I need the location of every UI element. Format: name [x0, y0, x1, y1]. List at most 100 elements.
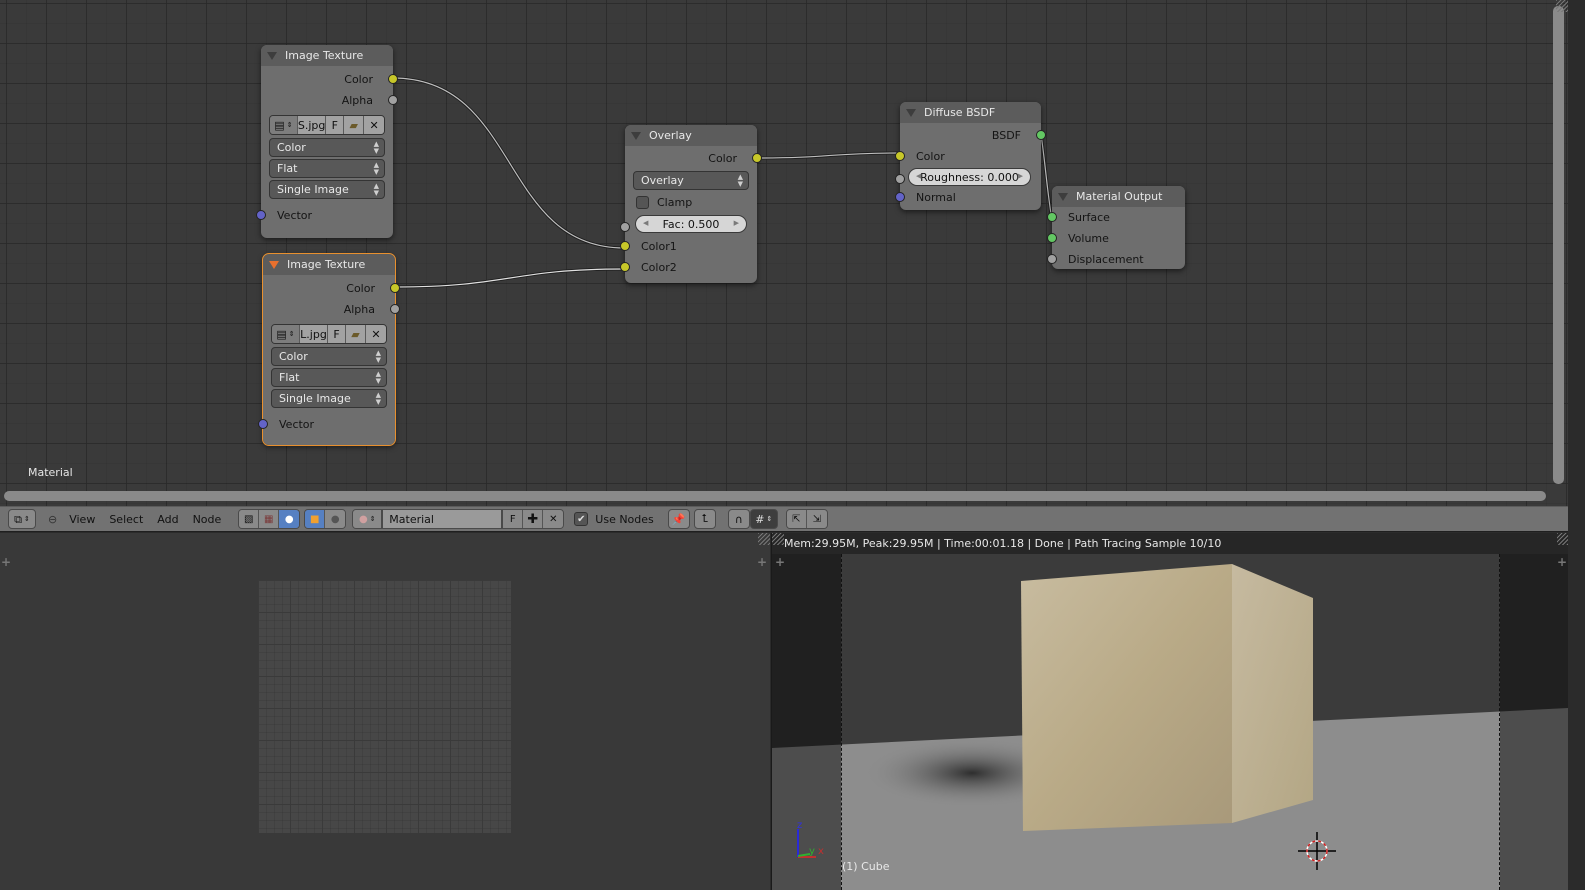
- horizontal-scrollbar[interactable]: [4, 491, 1546, 501]
- volume-input-socket[interactable]: [1047, 233, 1057, 243]
- copy-nodes-button[interactable]: ⇱: [786, 510, 807, 528]
- object-shader-button[interactable]: ■: [305, 510, 326, 528]
- properties-expand-button[interactable]: +: [756, 555, 768, 569]
- toolbar-expand-button[interactable]: +: [0, 555, 12, 569]
- area-split-corner[interactable]: [772, 533, 784, 545]
- image-texture-node-2[interactable]: Image Texture Color Alpha ▤ ⇕ L.jpg F ▰ ✕…: [258, 253, 400, 446]
- collapse-triangle-icon[interactable]: [906, 108, 916, 117]
- increment-arrow-icon[interactable]: ▶: [734, 219, 739, 227]
- unlink-material-button[interactable]: ✕: [543, 510, 564, 528]
- fake-user-button[interactable]: F: [328, 325, 346, 343]
- use-nodes-checkbox[interactable]: ✔: [574, 512, 589, 526]
- unlink-image-button[interactable]: ✕: [366, 325, 386, 343]
- vector-input-socket[interactable]: [258, 419, 268, 429]
- color-space-dropdown[interactable]: Color ▲ ▼: [269, 138, 385, 157]
- texture-nodes-button[interactable]: ▦: [259, 510, 280, 528]
- node-header[interactable]: Material Output: [1052, 186, 1185, 207]
- roughness-slider[interactable]: ◀ Roughness: 0.000 ▶: [908, 168, 1031, 186]
- link-diffuse-to-output: [1039, 133, 1053, 215]
- snap-toggle-button[interactable]: ∩: [727, 509, 750, 529]
- fac-input-socket[interactable]: [620, 222, 630, 232]
- checker-texture-icon: ▦: [264, 513, 274, 525]
- vector-input-socket[interactable]: [256, 210, 266, 220]
- toolbar-expand-button[interactable]: +: [774, 555, 786, 569]
- image-texture-node-1[interactable]: Image Texture Color Alpha ▤ ⇕ S.jpg F ▰ ✕…: [256, 45, 398, 238]
- node-header[interactable]: Image Texture: [261, 45, 393, 66]
- color-space-dropdown[interactable]: Color ▲ ▼: [271, 347, 387, 366]
- fake-user-button[interactable]: F: [326, 116, 345, 134]
- menu-add[interactable]: Add: [157, 513, 178, 526]
- menu-view[interactable]: View: [69, 513, 95, 526]
- collapse-triangle-icon[interactable]: [1058, 192, 1068, 201]
- bsdf-output-socket[interactable]: [1036, 130, 1046, 140]
- normal-input-socket[interactable]: [895, 192, 905, 202]
- input-color2: Color2: [620, 257, 757, 278]
- shader-nodes-button[interactable]: ●: [279, 510, 300, 528]
- projection-dropdown[interactable]: Flat ▲ ▼: [271, 368, 387, 387]
- increment-arrow-icon[interactable]: ▶: [1018, 172, 1023, 180]
- image-name-field[interactable]: S.jpg: [297, 116, 327, 134]
- paste-nodes-button[interactable]: ⇲: [806, 510, 827, 528]
- alpha-output-socket[interactable]: [388, 95, 398, 105]
- diffuse-bsdf-node[interactable]: Diffuse BSDF BSDF Color ◀ Roughness: 0.0…: [895, 102, 1046, 210]
- material-fake-user-button[interactable]: F: [503, 510, 524, 528]
- pin-button[interactable]: 📌: [667, 509, 690, 529]
- go-to-parent-button[interactable]: ⮤: [693, 509, 716, 529]
- color-input-socket[interactable]: [895, 151, 905, 161]
- surface-input-socket[interactable]: [1047, 212, 1057, 222]
- open-image-button[interactable]: ▰: [344, 116, 365, 134]
- unlink-image-button[interactable]: ✕: [364, 116, 384, 134]
- source-dropdown[interactable]: Single Image ▲ ▼: [271, 389, 387, 408]
- browse-image-button[interactable]: ▤ ⇕: [272, 325, 300, 343]
- displacement-input-socket[interactable]: [1047, 254, 1057, 264]
- snap-grid-icon: #: [755, 512, 765, 526]
- node-header[interactable]: Image Texture: [263, 254, 395, 275]
- world-shader-button[interactable]: ●: [325, 510, 346, 528]
- browse-material-button[interactable]: ● ⇕: [353, 510, 382, 528]
- editor-type-button[interactable]: ⧉ ⇕: [8, 509, 36, 529]
- color-output-socket[interactable]: [388, 74, 398, 84]
- area-split-corner[interactable]: [1556, 0, 1568, 12]
- clamp-checkbox[interactable]: [636, 195, 649, 209]
- dropdown-value: Flat: [279, 371, 300, 384]
- clamp-checkbox-row[interactable]: Clamp: [625, 192, 757, 212]
- overlay-mix-node[interactable]: Overlay Color Overlay ▲ ▼ Clamp ◀ Fac: 0.5…: [620, 125, 762, 283]
- blend-type-dropdown[interactable]: Overlay ▲ ▼: [633, 171, 749, 190]
- source-dropdown[interactable]: Single Image ▲ ▼: [269, 180, 385, 199]
- color2-input-socket[interactable]: [620, 262, 630, 272]
- new-material-button[interactable]: ✚: [523, 510, 544, 528]
- open-image-button[interactable]: ▰: [346, 325, 366, 343]
- material-name-field[interactable]: Material: [382, 509, 503, 529]
- node-header[interactable]: Diffuse BSDF: [900, 102, 1041, 123]
- fac-slider[interactable]: ◀ Fac: 0.500 ▶: [635, 215, 747, 233]
- menu-node[interactable]: Node: [193, 513, 222, 526]
- use-nodes-toggle[interactable]: ✔ Use Nodes: [574, 512, 654, 526]
- alpha-output-socket[interactable]: [390, 304, 400, 314]
- 3d-viewport[interactable]: Mem:29.95M, Peak:29.95M | Time:00:01.18 …: [771, 533, 1568, 890]
- node-header[interactable]: Overlay: [625, 125, 757, 146]
- collapse-menus-icon[interactable]: ⊖: [48, 513, 57, 526]
- collapse-triangle-icon[interactable]: [267, 51, 277, 60]
- image-name-field[interactable]: L.jpg: [300, 325, 328, 343]
- color-output-socket[interactable]: [752, 153, 762, 163]
- properties-expand-button[interactable]: +: [1556, 555, 1568, 569]
- node-editor[interactable]: Image Texture Color Alpha ▤ ⇕ S.jpg F ▰ ✕…: [0, 0, 1568, 506]
- collapse-triangle-icon[interactable]: [269, 260, 279, 269]
- collapse-triangle-icon[interactable]: [631, 131, 641, 140]
- area-split-corner[interactable]: [1557, 533, 1568, 545]
- color1-input-socket[interactable]: [620, 241, 630, 251]
- browse-image-button[interactable]: ▤ ⇕: [270, 116, 298, 134]
- compositing-nodes-button[interactable]: ▧: [239, 510, 260, 528]
- vertical-scrollbar[interactable]: [1553, 6, 1564, 484]
- projection-dropdown[interactable]: Flat ▲ ▼: [269, 159, 385, 178]
- snap-element-dropdown[interactable]: # ⇕: [749, 509, 778, 529]
- decrement-arrow-icon[interactable]: ◀: [643, 219, 648, 227]
- color-output-socket[interactable]: [390, 283, 400, 293]
- menu-select[interactable]: Select: [109, 513, 143, 526]
- roughness-input-socket[interactable]: [895, 174, 905, 184]
- 3d-cursor-icon[interactable]: [1296, 830, 1338, 872]
- decrement-arrow-icon[interactable]: ◀: [916, 172, 921, 180]
- area-split-corner[interactable]: [758, 533, 770, 545]
- material-output-node[interactable]: Material Output Surface Volume Displacem…: [1047, 186, 1185, 269]
- image-editor[interactable]: + +: [0, 533, 770, 890]
